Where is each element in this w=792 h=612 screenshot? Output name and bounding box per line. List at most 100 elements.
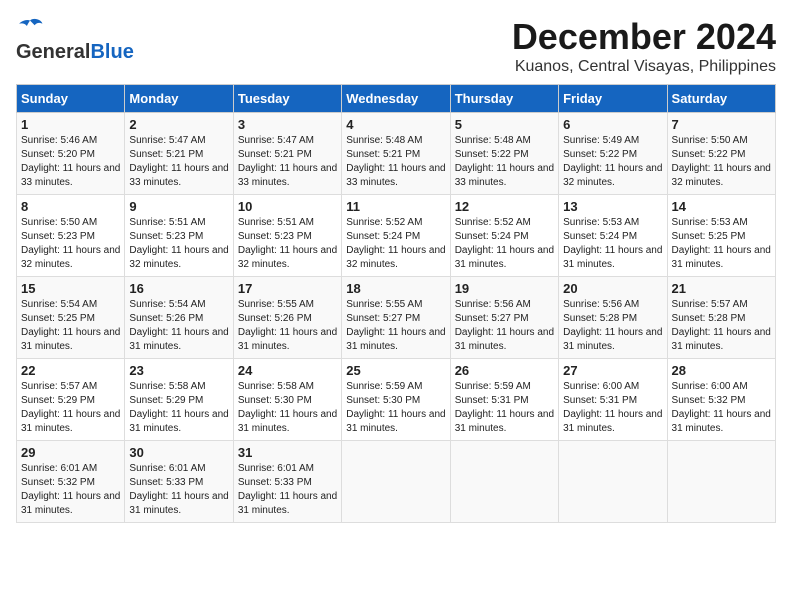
calendar-cell: 12 Sunrise: 5:52 AMSunset: 5:24 PMDaylig… [450, 195, 558, 277]
calendar-row-2: 8 Sunrise: 5:50 AMSunset: 5:23 PMDayligh… [17, 195, 776, 277]
calendar-row-3: 15 Sunrise: 5:54 AMSunset: 5:25 PMDaylig… [17, 277, 776, 359]
col-header-wednesday: Wednesday [342, 85, 450, 113]
month-title: December 2024 [512, 16, 776, 58]
day-number: 10 [238, 199, 337, 214]
day-number: 3 [238, 117, 337, 132]
calendar-cell: 21 Sunrise: 5:57 AMSunset: 5:28 PMDaylig… [667, 277, 775, 359]
day-number: 16 [129, 281, 228, 296]
location-title: Kuanos, Central Visayas, Philippines [512, 58, 776, 76]
day-info: Sunrise: 5:58 AMSunset: 5:29 PMDaylight:… [129, 380, 228, 436]
day-info: Sunrise: 5:56 AMSunset: 5:28 PMDaylight:… [563, 298, 662, 354]
day-number: 6 [563, 117, 662, 132]
day-info: Sunrise: 5:48 AMSunset: 5:21 PMDaylight:… [346, 134, 445, 190]
day-number: 13 [563, 199, 662, 214]
calendar-cell: 20 Sunrise: 5:56 AMSunset: 5:28 PMDaylig… [559, 277, 667, 359]
calendar-cell: 29 Sunrise: 6:01 AMSunset: 5:32 PMDaylig… [17, 441, 125, 523]
calendar-cell: 18 Sunrise: 5:55 AMSunset: 5:27 PMDaylig… [342, 277, 450, 359]
calendar-cell: 16 Sunrise: 5:54 AMSunset: 5:26 PMDaylig… [125, 277, 233, 359]
calendar-cell: 8 Sunrise: 5:50 AMSunset: 5:23 PMDayligh… [17, 195, 125, 277]
calendar-cell: 1 Sunrise: 5:46 AMSunset: 5:20 PMDayligh… [17, 113, 125, 195]
day-info: Sunrise: 5:53 AMSunset: 5:25 PMDaylight:… [672, 216, 771, 272]
day-info: Sunrise: 5:53 AMSunset: 5:24 PMDaylight:… [563, 216, 662, 272]
day-info: Sunrise: 5:48 AMSunset: 5:22 PMDaylight:… [455, 134, 554, 190]
day-number: 23 [129, 363, 228, 378]
day-info: Sunrise: 5:54 AMSunset: 5:25 PMDaylight:… [21, 298, 120, 354]
calendar-cell: 14 Sunrise: 5:53 AMSunset: 5:25 PMDaylig… [667, 195, 775, 277]
calendar-cell: 28 Sunrise: 6:00 AMSunset: 5:32 PMDaylig… [667, 359, 775, 441]
header: GeneralBlue December 2024 Kuanos, Centra… [16, 16, 776, 76]
col-header-tuesday: Tuesday [233, 85, 341, 113]
day-number: 12 [455, 199, 554, 214]
logo-bird-icon [16, 16, 44, 36]
day-number: 1 [21, 117, 120, 132]
col-header-monday: Monday [125, 85, 233, 113]
day-info: Sunrise: 5:47 AMSunset: 5:21 PMDaylight:… [238, 134, 337, 190]
calendar-cell: 3 Sunrise: 5:47 AMSunset: 5:21 PMDayligh… [233, 113, 341, 195]
day-info: Sunrise: 5:52 AMSunset: 5:24 PMDaylight:… [455, 216, 554, 272]
day-info: Sunrise: 5:57 AMSunset: 5:28 PMDaylight:… [672, 298, 771, 354]
calendar-cell: 23 Sunrise: 5:58 AMSunset: 5:29 PMDaylig… [125, 359, 233, 441]
day-info: Sunrise: 5:49 AMSunset: 5:22 PMDaylight:… [563, 134, 662, 190]
day-number: 20 [563, 281, 662, 296]
calendar-row-4: 22 Sunrise: 5:57 AMSunset: 5:29 PMDaylig… [17, 359, 776, 441]
day-number: 17 [238, 281, 337, 296]
calendar-cell: 25 Sunrise: 5:59 AMSunset: 5:30 PMDaylig… [342, 359, 450, 441]
col-header-thursday: Thursday [450, 85, 558, 113]
day-info: Sunrise: 5:50 AMSunset: 5:23 PMDaylight:… [21, 216, 120, 272]
calendar-cell: 22 Sunrise: 5:57 AMSunset: 5:29 PMDaylig… [17, 359, 125, 441]
day-number: 18 [346, 281, 445, 296]
calendar-cell: 5 Sunrise: 5:48 AMSunset: 5:22 PMDayligh… [450, 113, 558, 195]
day-number: 22 [21, 363, 120, 378]
day-number: 24 [238, 363, 337, 378]
day-info: Sunrise: 6:01 AMSunset: 5:32 PMDaylight:… [21, 462, 120, 518]
day-number: 26 [455, 363, 554, 378]
day-number: 29 [21, 445, 120, 460]
day-number: 28 [672, 363, 771, 378]
day-number: 30 [129, 445, 228, 460]
calendar-cell: 7 Sunrise: 5:50 AMSunset: 5:22 PMDayligh… [667, 113, 775, 195]
calendar-cell: 15 Sunrise: 5:54 AMSunset: 5:25 PMDaylig… [17, 277, 125, 359]
day-number: 14 [672, 199, 771, 214]
calendar-cell: 13 Sunrise: 5:53 AMSunset: 5:24 PMDaylig… [559, 195, 667, 277]
calendar-cell: 11 Sunrise: 5:52 AMSunset: 5:24 PMDaylig… [342, 195, 450, 277]
logo-blue-text: Blue [90, 41, 133, 64]
calendar-row-1: 1 Sunrise: 5:46 AMSunset: 5:20 PMDayligh… [17, 113, 776, 195]
calendar-cell: 4 Sunrise: 5:48 AMSunset: 5:21 PMDayligh… [342, 113, 450, 195]
calendar-cell: 30 Sunrise: 6:01 AMSunset: 5:33 PMDaylig… [125, 441, 233, 523]
day-info: Sunrise: 6:00 AMSunset: 5:31 PMDaylight:… [563, 380, 662, 436]
col-header-friday: Friday [559, 85, 667, 113]
day-number: 11 [346, 199, 445, 214]
calendar-cell [342, 441, 450, 523]
day-info: Sunrise: 5:55 AMSunset: 5:27 PMDaylight:… [346, 298, 445, 354]
day-number: 31 [238, 445, 337, 460]
day-number: 8 [21, 199, 120, 214]
day-info: Sunrise: 5:57 AMSunset: 5:29 PMDaylight:… [21, 380, 120, 436]
day-number: 5 [455, 117, 554, 132]
day-info: Sunrise: 5:52 AMSunset: 5:24 PMDaylight:… [346, 216, 445, 272]
day-info: Sunrise: 5:59 AMSunset: 5:31 PMDaylight:… [455, 380, 554, 436]
calendar-cell: 31 Sunrise: 6:01 AMSunset: 5:33 PMDaylig… [233, 441, 341, 523]
calendar-cell: 19 Sunrise: 5:56 AMSunset: 5:27 PMDaylig… [450, 277, 558, 359]
calendar-row-5: 29 Sunrise: 6:01 AMSunset: 5:32 PMDaylig… [17, 441, 776, 523]
day-info: Sunrise: 5:58 AMSunset: 5:30 PMDaylight:… [238, 380, 337, 436]
calendar-cell: 24 Sunrise: 5:58 AMSunset: 5:30 PMDaylig… [233, 359, 341, 441]
calendar-cell: 26 Sunrise: 5:59 AMSunset: 5:31 PMDaylig… [450, 359, 558, 441]
day-info: Sunrise: 5:55 AMSunset: 5:26 PMDaylight:… [238, 298, 337, 354]
title-area: December 2024 Kuanos, Central Visayas, P… [512, 16, 776, 76]
logo: GeneralBlue [16, 16, 134, 64]
col-header-saturday: Saturday [667, 85, 775, 113]
day-number: 15 [21, 281, 120, 296]
day-info: Sunrise: 6:00 AMSunset: 5:32 PMDaylight:… [672, 380, 771, 436]
calendar-cell [667, 441, 775, 523]
calendar-table: SundayMondayTuesdayWednesdayThursdayFrid… [16, 84, 776, 523]
day-number: 27 [563, 363, 662, 378]
col-header-sunday: Sunday [17, 85, 125, 113]
day-info: Sunrise: 5:46 AMSunset: 5:20 PMDaylight:… [21, 134, 120, 190]
calendar-cell: 17 Sunrise: 5:55 AMSunset: 5:26 PMDaylig… [233, 277, 341, 359]
day-info: Sunrise: 5:59 AMSunset: 5:30 PMDaylight:… [346, 380, 445, 436]
calendar-cell [559, 441, 667, 523]
day-number: 25 [346, 363, 445, 378]
day-info: Sunrise: 5:47 AMSunset: 5:21 PMDaylight:… [129, 134, 228, 190]
day-number: 7 [672, 117, 771, 132]
calendar-cell: 10 Sunrise: 5:51 AMSunset: 5:23 PMDaylig… [233, 195, 341, 277]
